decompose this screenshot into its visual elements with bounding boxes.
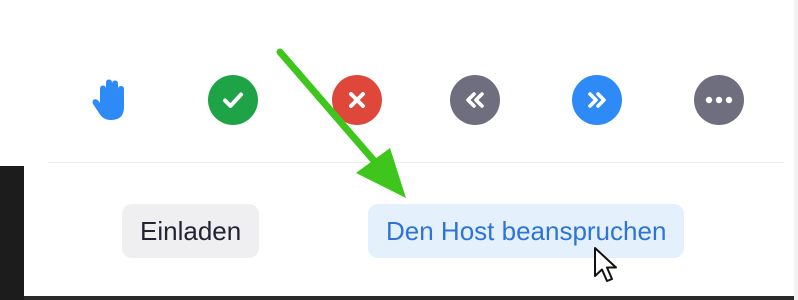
- double-chevron-right-icon: [584, 89, 610, 111]
- more-dots-icon: [705, 96, 733, 104]
- divider: [48, 162, 784, 163]
- go-slower-button[interactable]: [450, 75, 500, 125]
- left-background: [0, 0, 24, 166]
- left-dark-background: [0, 166, 24, 300]
- more-button[interactable]: [694, 75, 744, 125]
- claim-host-button[interactable]: Den Host beanspruchen: [368, 204, 685, 258]
- raise-hand-button[interactable]: [84, 74, 136, 126]
- checkmark-icon: [220, 87, 246, 113]
- go-faster-button[interactable]: [572, 75, 622, 125]
- close-icon: [346, 89, 368, 111]
- participants-panel: Einladen Den Host beanspruchen: [24, 0, 798, 300]
- reactions-bar: [24, 0, 798, 162]
- double-chevron-left-icon: [462, 89, 488, 111]
- yes-button[interactable]: [208, 75, 258, 125]
- right-edge: [794, 0, 798, 300]
- invite-button[interactable]: Einladen: [122, 204, 260, 258]
- hand-icon: [90, 77, 130, 123]
- participants-panel-screenshot: Einladen Den Host beanspruchen: [0, 0, 798, 300]
- no-button[interactable]: [332, 75, 382, 125]
